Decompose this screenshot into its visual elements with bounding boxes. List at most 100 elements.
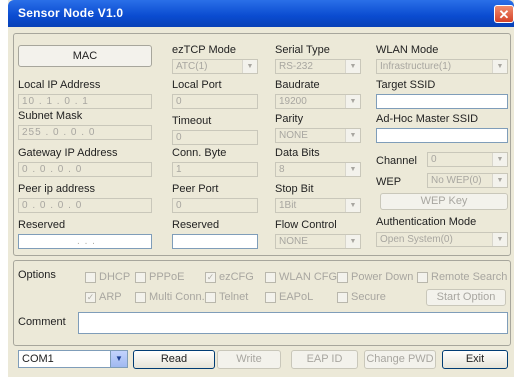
wlan-cfg-label: WLAN CFG	[279, 271, 338, 283]
check-icon: ✓	[85, 291, 96, 303]
peer-ip-label: Peer ip address	[18, 183, 96, 195]
eztcp-mode-value: ATC(1)	[176, 61, 208, 72]
options-label: Options	[18, 269, 56, 281]
change-pwd-button[interactable]: Change PWD	[364, 350, 436, 369]
wep-key-button[interactable]: WEP Key	[380, 193, 508, 210]
remote-search-label: Remote Search	[431, 271, 508, 283]
dhcp-checkbox[interactable]: DHCP	[85, 270, 130, 284]
channel-select[interactable]: 0 ▼	[427, 152, 508, 167]
timeout-field[interactable]: 0	[172, 130, 258, 145]
secure-label: Secure	[351, 291, 386, 303]
serial-type-select[interactable]: RS-232 ▼	[275, 59, 361, 74]
multi-conn-checkbox[interactable]: Multi Conn.	[135, 290, 205, 304]
port-select[interactable]: COM1 ▼	[18, 350, 128, 368]
wep-value: No WEP(0)	[431, 175, 482, 186]
comment-field[interactable]	[78, 312, 508, 334]
flow-control-select[interactable]: NONE ▼	[275, 234, 361, 249]
serial-type-value: RS-232	[279, 61, 313, 72]
eapol-checkbox[interactable]: EAPoL	[265, 290, 313, 304]
chevron-down-icon: ▼	[492, 60, 507, 73]
eap-id-button[interactable]: EAP ID	[291, 350, 358, 369]
multi-conn-label: Multi Conn.	[149, 291, 205, 303]
write-button[interactable]: Write	[217, 350, 281, 369]
telnet-checkbox[interactable]: Telnet	[205, 290, 248, 304]
data-bits-select[interactable]: 8 ▼	[275, 162, 361, 177]
peer-port-label: Peer Port	[172, 183, 219, 195]
gateway-ip-label: Gateway IP Address	[18, 147, 118, 159]
power-down-checkbox[interactable]: Power Down	[337, 270, 413, 284]
arp-checkbox[interactable]: ✓ ARP	[85, 290, 122, 304]
port-value: COM1	[22, 353, 54, 365]
timeout-label: Timeout	[172, 115, 212, 127]
local-port-field[interactable]: 0	[172, 94, 258, 109]
chevron-down-icon: ▼	[110, 351, 127, 367]
close-icon: ✕	[498, 7, 510, 22]
flow-control-value: NONE	[279, 236, 308, 247]
wlan-cfg-checkbox[interactable]: WLAN CFG	[265, 270, 337, 284]
adhoc-ssid-field[interactable]	[376, 128, 508, 143]
stop-bit-select[interactable]: 1Bit ▼	[275, 198, 361, 213]
auth-mode-select[interactable]: Open System(0) ▼	[376, 232, 508, 247]
read-button[interactable]: Read	[133, 350, 215, 369]
adhoc-ssid-label: Ad-Hoc Master SSID	[376, 113, 479, 125]
checkbox-box	[417, 271, 428, 283]
dhcp-label: DHCP	[99, 271, 131, 283]
wlan-mode-label: WLAN Mode	[376, 44, 439, 56]
gateway-ip-field[interactable]: 0 . 0 . 0 . 0	[18, 162, 152, 177]
subnet-mask-field[interactable]: 255 . 0 . 0 . 0	[18, 125, 152, 140]
telnet-label: Telnet	[219, 291, 249, 303]
local-ip-label: Local IP Address	[18, 79, 101, 91]
reserved-label-2: Reserved	[172, 219, 220, 231]
data-bits-value: 8	[279, 164, 285, 175]
title-bar[interactable]: Sensor Node V1.0 ✕	[8, 0, 514, 27]
stop-bit-label: Stop Bit	[275, 183, 314, 195]
baudrate-label: Baudrate	[275, 79, 320, 91]
flow-control-label: Flow Control	[275, 219, 337, 231]
app-window: Sensor Node V1.0 ✕ MAC Local IP Address …	[8, 0, 514, 377]
data-bits-label: Data Bits	[275, 147, 320, 159]
ezcfg-checkbox[interactable]: ✓ ezCFG	[205, 270, 254, 284]
conn-byte-label: Conn. Byte	[172, 147, 227, 159]
baudrate-value: 19200	[279, 96, 307, 107]
chevron-down-icon: ▼	[345, 129, 360, 142]
reserved-ip-field[interactable]: . . .	[18, 234, 152, 249]
chevron-down-icon: ▼	[345, 163, 360, 176]
channel-label: Channel	[376, 155, 417, 167]
peer-port-field[interactable]: 0	[172, 198, 258, 213]
pppoe-checkbox[interactable]: PPPoE	[135, 270, 184, 284]
start-option-button[interactable]: Start Option	[426, 289, 506, 306]
exit-button[interactable]: Exit	[442, 350, 508, 369]
peer-ip-field[interactable]: 0 . 0 . 0 . 0	[18, 198, 152, 213]
power-down-label: Power Down	[351, 271, 414, 283]
checkbox-box	[205, 291, 216, 303]
auth-mode-label: Authentication Mode	[376, 216, 477, 228]
checkbox-box	[135, 271, 146, 283]
wep-select[interactable]: No WEP(0) ▼	[427, 173, 508, 188]
local-port-label: Local Port	[172, 79, 222, 91]
serial-type-label: Serial Type	[275, 44, 330, 56]
chevron-down-icon: ▼	[345, 95, 360, 108]
parity-label: Parity	[275, 113, 304, 125]
auth-mode-value: Open System(0)	[380, 234, 453, 245]
wlan-mode-select[interactable]: Infrastructure(1) ▼	[376, 59, 508, 74]
target-ssid-field[interactable]	[376, 94, 508, 109]
reserved-field[interactable]	[172, 234, 258, 249]
chevron-down-icon: ▼	[345, 60, 360, 73]
subnet-mask-label: Subnet Mask	[18, 110, 83, 122]
close-button[interactable]: ✕	[494, 5, 514, 23]
wlan-mode-value: Infrastructure(1)	[380, 61, 452, 72]
chevron-down-icon: ▼	[492, 233, 507, 246]
parity-value: NONE	[279, 130, 308, 141]
eapol-label: EAPoL	[279, 291, 314, 303]
parity-select[interactable]: NONE ▼	[275, 128, 361, 143]
conn-byte-field[interactable]: 1	[172, 162, 258, 177]
remote-search-checkbox[interactable]: Remote Search	[417, 270, 507, 284]
ezcfg-label: ezCFG	[219, 271, 254, 283]
local-ip-field[interactable]: 10 . 1 . 0 . 1	[18, 94, 152, 109]
mac-button[interactable]: MAC	[18, 45, 152, 67]
secure-checkbox[interactable]: Secure	[337, 290, 386, 304]
checkbox-box	[85, 271, 96, 283]
baudrate-select[interactable]: 19200 ▼	[275, 94, 361, 109]
eztcp-mode-select[interactable]: ATC(1) ▼	[172, 59, 258, 74]
channel-value: 0	[431, 154, 437, 165]
